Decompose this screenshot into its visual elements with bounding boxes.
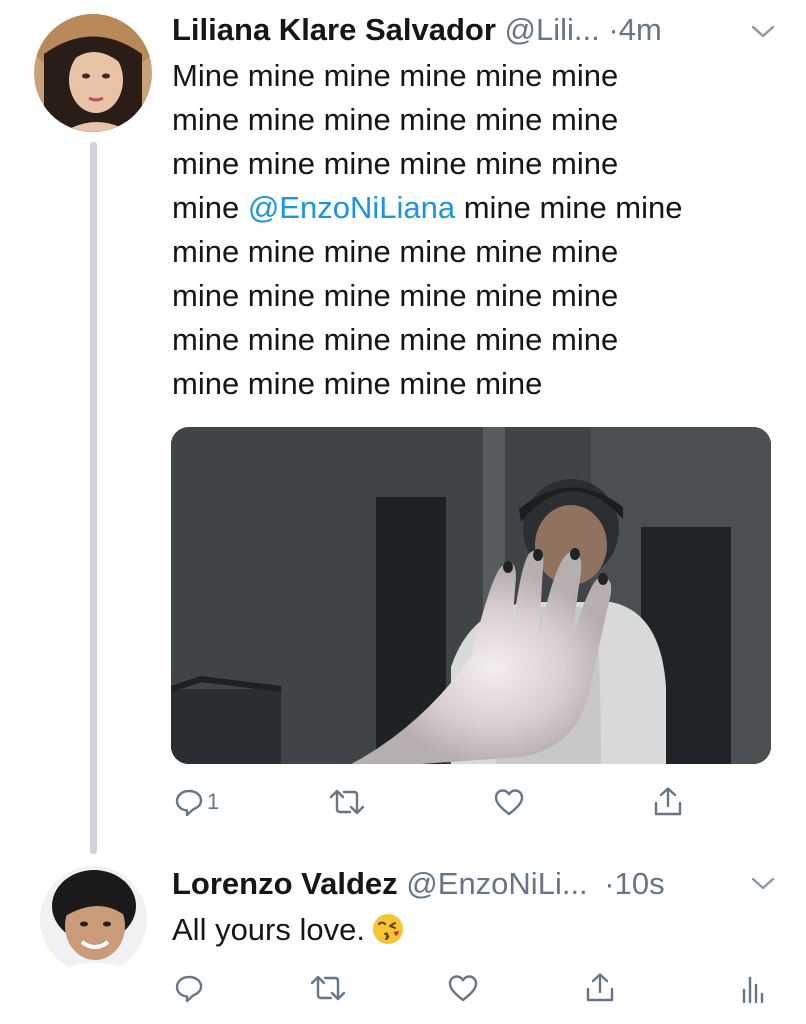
avatar-lorenzo[interactable] — [40, 866, 147, 973]
analytics-icon — [742, 976, 764, 1004]
author-name[interactable]: Lorenzo Valdez — [172, 866, 398, 901]
avatar-lorenzo-image — [40, 866, 147, 973]
tweet-text-line: mine mine mine mine mine mine — [172, 278, 619, 313]
reply-button[interactable] — [174, 968, 204, 1008]
chevron-down-icon[interactable] — [750, 22, 776, 42]
tweet2-actions — [0, 968, 806, 1008]
author-handle[interactable]: @EnzoNiLi... — [406, 866, 587, 901]
tweet1-text: Mine mine mine mine mine mine mine mine … — [172, 54, 683, 406]
thread-connector-line — [90, 142, 97, 854]
tweet-text-fragment: mine — [172, 190, 248, 225]
tweet-text-fragment: mine mine mine — [455, 190, 683, 225]
reply-icon — [175, 789, 203, 817]
tweet-photo[interactable] — [171, 427, 771, 764]
tweet1-actions: 1 — [0, 782, 806, 822]
separator-dot: · — [608, 12, 619, 47]
tweet-timestamp[interactable]: 4m — [619, 12, 662, 47]
like-button[interactable] — [493, 782, 525, 822]
tweet-text-line: mine mine mine mine mine mine — [172, 234, 619, 269]
mention-link[interactable]: @EnzoNiLiana — [248, 190, 455, 225]
share-icon — [586, 973, 614, 1002]
tweet-text-line-with-mention: mine @EnzoNiLiana mine mine mine — [172, 186, 683, 230]
tweet-text-line: mine mine mine mine mine mine — [172, 322, 619, 357]
face-blowing-kiss-icon — [371, 912, 405, 958]
tweet-text-content: All yours love. — [172, 912, 365, 947]
heart-icon — [494, 789, 524, 816]
retweet-icon — [310, 975, 346, 1001]
like-button[interactable] — [447, 968, 479, 1008]
heart-icon — [448, 975, 478, 1002]
retweet-icon — [329, 789, 365, 815]
avatar-liliana-image — [34, 14, 152, 132]
author-handle[interactable]: @Lili... — [505, 12, 600, 47]
tweet2-text: All yours love. — [172, 908, 405, 958]
share-button[interactable] — [652, 782, 684, 822]
avatar-liliana[interactable] — [34, 14, 152, 132]
reply-count: 1 — [207, 789, 220, 814]
photo-image — [171, 427, 771, 764]
retweet-button[interactable] — [328, 782, 366, 822]
chevron-down-icon[interactable] — [750, 874, 776, 894]
reply-button[interactable]: 1 — [174, 782, 219, 822]
tweet-text-line: Mine mine mine mine mine mine — [172, 58, 619, 93]
tweet-text-line: mine mine mine mine mine — [172, 366, 543, 401]
author-name[interactable]: Liliana Klare Salvador — [172, 12, 496, 47]
tweet1-header: Liliana Klare Salvador @Lili... ·4m — [172, 12, 662, 48]
share-icon — [654, 787, 682, 816]
analytics-button[interactable] — [740, 968, 766, 1008]
tweet-text-line: mine mine mine mine mine mine — [172, 102, 619, 137]
reply-icon — [175, 975, 203, 1003]
tweet2-header: Lorenzo Valdez @EnzoNiLi... ·10s — [172, 866, 665, 902]
retweet-button[interactable] — [309, 968, 347, 1008]
separator-dot: · — [604, 866, 615, 901]
tweet-text-line: All yours love. — [172, 908, 405, 958]
tweet-text-line: mine mine mine mine mine mine — [172, 146, 619, 181]
share-button[interactable] — [584, 968, 616, 1008]
tweet-timestamp[interactable]: 10s — [615, 866, 665, 901]
